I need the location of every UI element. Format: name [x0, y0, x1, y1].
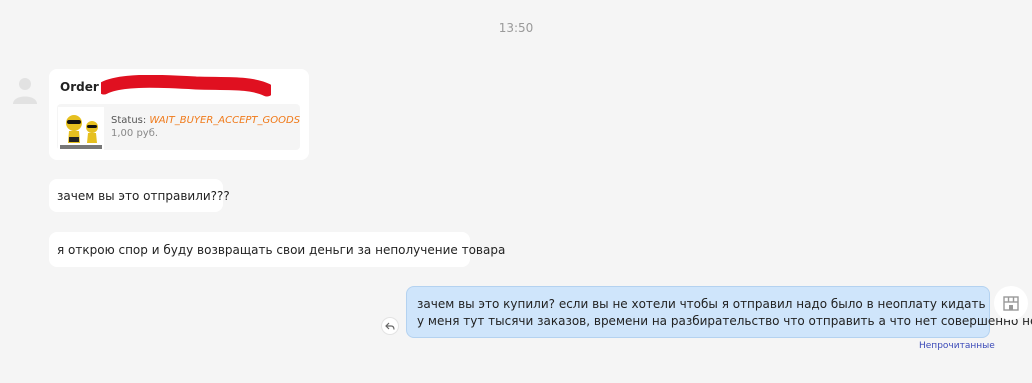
message-text: я открою спор и буду возвращать свои ден…	[57, 242, 506, 257]
product-image	[58, 107, 104, 151]
order-details[interactable]: Status: WAIT_BUYER_ACCEPT_GOODS 1,00 руб…	[57, 104, 300, 151]
order-card[interactable]: Order ID Status: WAIT_BUYER_ACCEPT_GOODS…	[49, 69, 309, 160]
user-avatar-icon	[9, 73, 41, 105]
message-text: зачем вы это отправили???	[57, 188, 230, 203]
incoming-message: я открою спор и буду возвращать свои ден…	[49, 232, 505, 267]
status-label: Status:	[111, 115, 147, 126]
message-timestamp: 13:50	[498, 21, 534, 35]
order-price: 1,00 руб.	[111, 128, 159, 139]
outgoing-message: зачем вы это купили? если вы не хотели ч…	[406, 286, 1032, 338]
status-value: WAIT_BUYER_ACCEPT_GOODS	[149, 115, 301, 126]
incoming-message: зачем вы это отправили???	[49, 179, 230, 212]
message-line: у меня тут тысячи заказов, времени на ра…	[417, 314, 1032, 328]
shop-icon	[994, 286, 1028, 320]
reply-icon[interactable]	[381, 317, 399, 335]
message-line: зачем вы это купили? если вы не хотели ч…	[417, 297, 986, 311]
read-status: Непрочитанные	[919, 341, 995, 351]
redaction-mark	[101, 75, 271, 97]
order-status: Status: WAIT_BUYER_ACCEPT_GOODS	[111, 115, 300, 126]
